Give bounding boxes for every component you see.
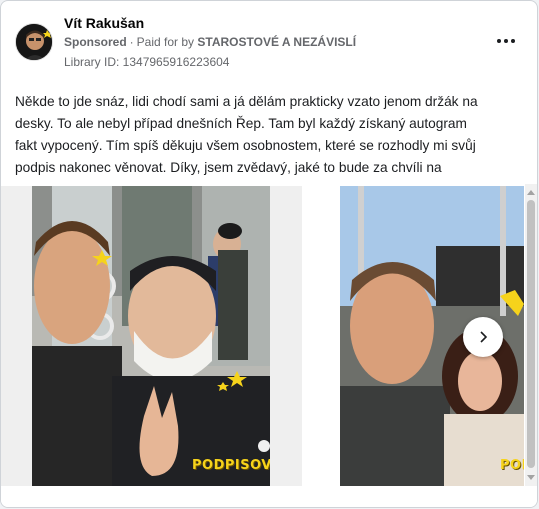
paid-for-prefix: Paid for by (136, 35, 195, 49)
slide-watermark: POD (500, 458, 524, 473)
scroll-up-arrow-icon[interactable] (527, 190, 535, 195)
post-footer (1, 486, 537, 507)
library-id: Library ID: 1347965916223604 (64, 55, 230, 69)
slide-watermark: PODPISOVKA (192, 458, 270, 473)
carousel-gap (302, 186, 340, 486)
carousel-slide-1[interactable]: PODPISOVKA (32, 186, 270, 486)
sponsor-name[interactable]: STAROSTOVÉ A NEZÁVISLÍ (197, 35, 356, 49)
post-header: Vít Rakušan Sponsored · Paid for by STAROS… (1, 1, 537, 79)
scrollbar[interactable] (525, 184, 537, 486)
scroll-thumb[interactable] (527, 200, 535, 468)
avatar[interactable] (15, 23, 53, 61)
sponsored-label: Sponsored (64, 35, 127, 49)
more-dots-icon (497, 39, 501, 43)
page-name-link[interactable]: Vít Rakušan (64, 15, 144, 31)
carousel-edge (270, 186, 302, 486)
more-options-button[interactable] (495, 31, 517, 51)
carousel-next-button[interactable] (463, 317, 503, 357)
chevron-right-icon (480, 331, 488, 343)
image-carousel: PODPISOVKA POD (1, 184, 537, 486)
scroll-down-arrow-icon[interactable] (527, 475, 535, 480)
carousel-edge (1, 186, 32, 486)
sponsored-line: Sponsored · Paid for by STAROSTOVÉ A NEZÁV… (64, 35, 357, 49)
ad-post-card: Vít Rakušan Sponsored · Paid for by STAROS… (0, 0, 538, 508)
